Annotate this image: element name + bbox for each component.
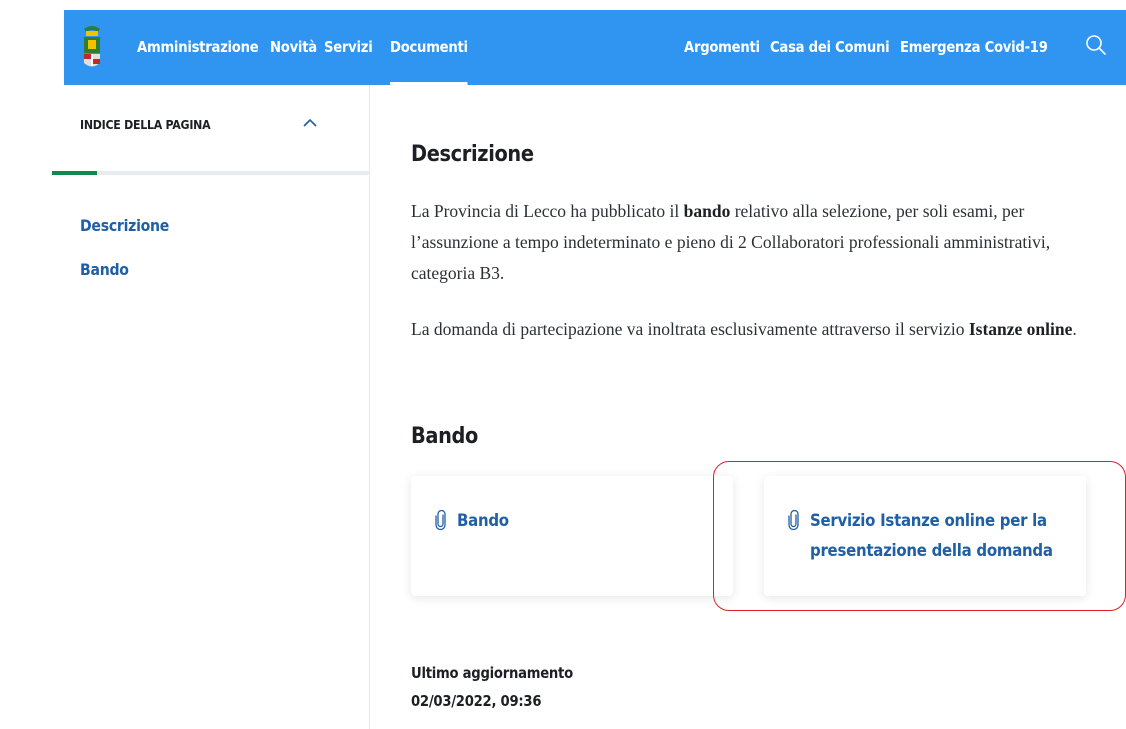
bold-istanze-online: Istanze online <box>968 319 1073 339</box>
page-index-progress-bar <box>52 171 370 175</box>
descrizione-heading: Descrizione <box>411 142 534 167</box>
page-index-progress-fill <box>52 171 97 175</box>
coat-of-arms-logo[interactable] <box>81 23 103 70</box>
nav-item-casa-dei-comuni[interactable]: Casa dei Comuni <box>770 10 890 85</box>
last-updated-label: Ultimo aggiornamento <box>411 664 573 682</box>
nav-item-emergenza-covid[interactable]: Emergenza Covid-19 <box>900 10 1048 85</box>
column-divider <box>369 85 370 729</box>
bold-bando: bando <box>683 201 731 221</box>
nav-item-documenti[interactable]: Documenti <box>390 10 469 85</box>
page-index-link-bando[interactable]: Bando <box>80 260 129 279</box>
attachment-title[interactable]: Bando <box>457 506 721 536</box>
nav-item-argomenti[interactable]: Argomenti <box>684 10 760 85</box>
main-navbar: Amministrazione Novità Servizi Documenti… <box>64 10 1126 85</box>
nav-item-novita[interactable]: Novità <box>270 10 317 85</box>
description-paragraph-2: La domanda di partecipazione va inoltrat… <box>411 319 1077 339</box>
nav-item-servizi[interactable]: Servizi <box>324 10 373 85</box>
bando-heading: Bando <box>411 424 479 449</box>
page-index-link-descrizione[interactable]: Descrizione <box>80 216 169 235</box>
paperclip-icon <box>788 510 799 530</box>
search-icon[interactable] <box>1085 34 1107 56</box>
nav-item-amministrazione[interactable]: Amministrazione <box>137 10 259 85</box>
page-index-title: INDICE DELLA PAGINA <box>80 117 211 132</box>
description-paragraph-1: La Provincia di Lecco ha pubblicato il b… <box>411 201 1051 283</box>
attachment-title[interactable]: Servizio Istanze online per la presentaz… <box>810 506 1065 566</box>
chevron-up-icon[interactable] <box>302 116 318 128</box>
last-updated-value: 02/03/2022, 09:36 <box>411 692 542 710</box>
attachment-card-istanze-online[interactable]: Servizio Istanze online per la presentaz… <box>764 476 1086 596</box>
attachment-card-bando[interactable]: Bando <box>411 476 733 596</box>
paperclip-icon <box>435 510 446 530</box>
